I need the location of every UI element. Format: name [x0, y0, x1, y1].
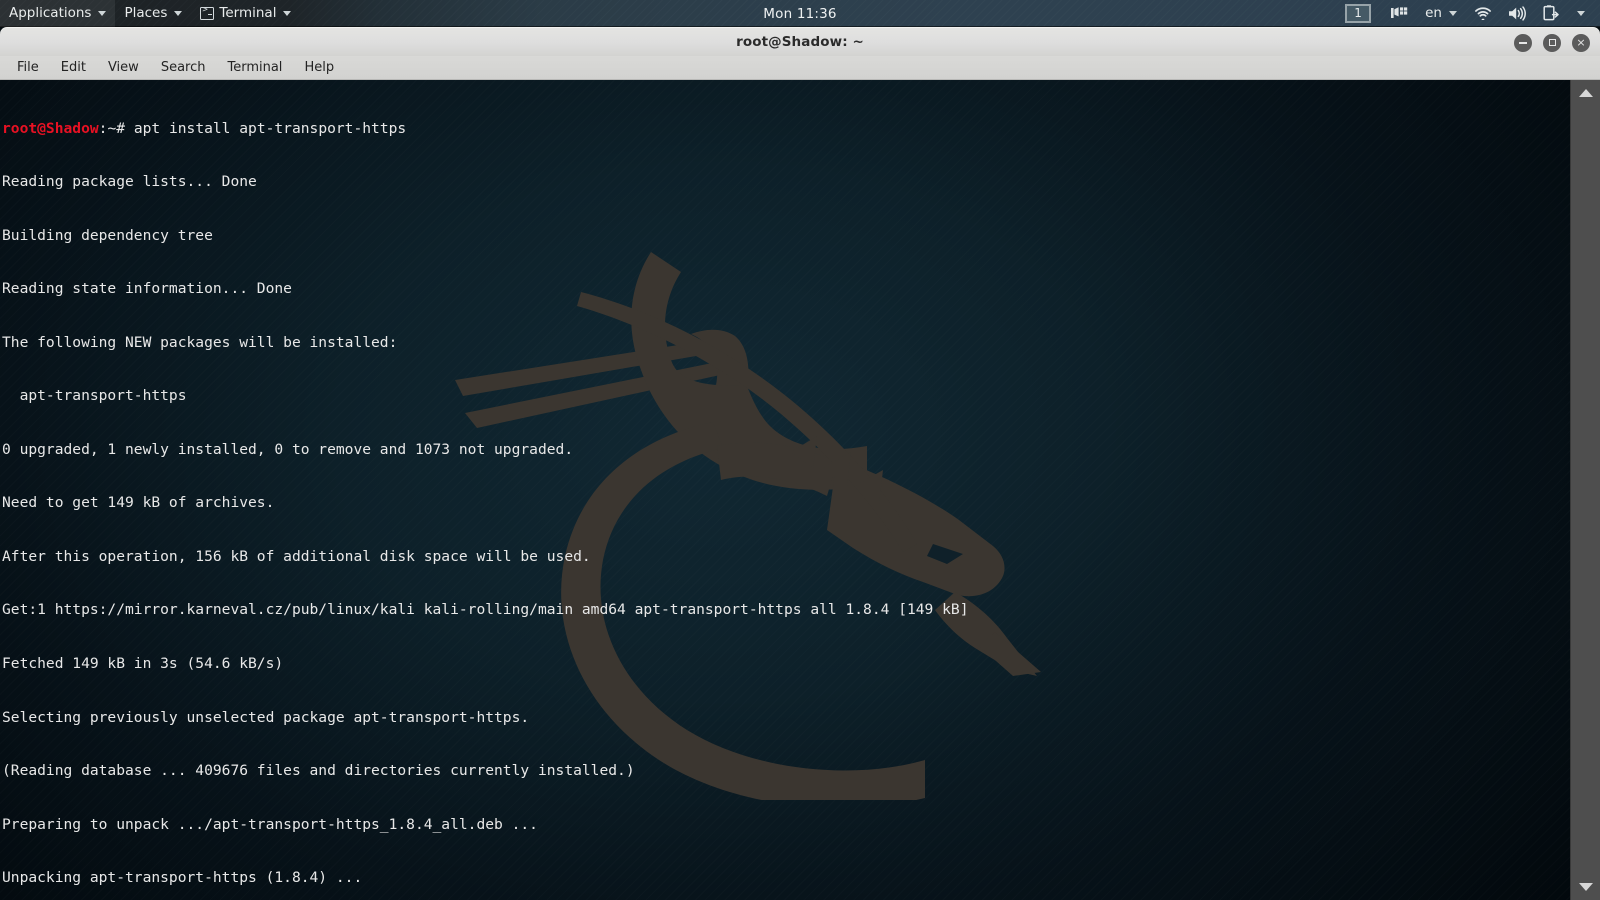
- window-controls: ×: [1514, 28, 1590, 57]
- workspace-indicator[interactable]: 1: [1345, 3, 1372, 23]
- terminal-line: (Reading database ... 409676 files and d…: [2, 762, 635, 780]
- panel-left-group: Applications Places Terminal: [0, 0, 300, 27]
- menu-file[interactable]: File: [6, 58, 50, 77]
- prompt-tail: :~#: [98, 119, 134, 137]
- top-panel: Applications Places Terminal Mon 11:36 1: [0, 0, 1600, 27]
- terminal-line: Get:1 https://mirror.karneval.cz/pub/lin…: [2, 601, 969, 619]
- workspace-switcher-icon[interactable]: [1391, 6, 1408, 20]
- terminal-icon: [200, 5, 215, 20]
- window-titlebar[interactable]: root@Shadow: ~ ×: [0, 27, 1600, 56]
- terminal-line: Reading state information... Done: [2, 280, 292, 298]
- terminal-line: Unpacking apt-transport-https (1.8.4) ..…: [2, 869, 363, 887]
- chevron-down-icon: [98, 10, 107, 16]
- terminal-output: root@Shadow:~# apt install apt-transport…: [0, 80, 1570, 900]
- window-menubar: File Edit View Search Terminal Help: [0, 56, 1600, 80]
- clock: Mon 11:36: [763, 5, 837, 22]
- minimize-button[interactable]: [1514, 33, 1532, 52]
- keyboard-layout-button[interactable]: en: [1416, 0, 1466, 27]
- terminal-line: After this operation, 156 kB of addition…: [2, 547, 591, 565]
- applications-menu[interactable]: Applications: [0, 0, 116, 27]
- desktop: Applications Places Terminal Mon 11:36 1: [0, 0, 1600, 900]
- terminal-prompt-line: root@Shadow:~# apt install apt-transport…: [2, 120, 1570, 138]
- terminal-line: Fetched 149 kB in 3s (54.6 kB/s): [2, 655, 284, 672]
- close-button[interactable]: ×: [1572, 33, 1590, 52]
- chevron-down-icon: [283, 10, 292, 16]
- chevron-down-icon: [1579, 883, 1593, 891]
- terminal-window: root@Shadow: ~ × File Edit View Search T…: [0, 27, 1600, 900]
- close-icon: ×: [1576, 36, 1586, 49]
- keyboard-layout-label: en: [1425, 5, 1442, 21]
- volume-icon[interactable]: [1508, 5, 1527, 21]
- menu-help[interactable]: Help: [293, 58, 345, 77]
- menu-edit[interactable]: Edit: [50, 58, 97, 77]
- terminal-menu[interactable]: Terminal: [191, 0, 300, 27]
- terminal-scrollbar[interactable]: [1570, 80, 1600, 900]
- terminal-line: Selecting previously unselected package …: [2, 708, 530, 726]
- menu-search[interactable]: Search: [150, 58, 217, 77]
- places-menu[interactable]: Places: [115, 0, 191, 27]
- terminal-canvas[interactable]: root@Shadow:~# apt install apt-transport…: [0, 80, 1570, 900]
- chevron-up-icon: [1579, 89, 1593, 97]
- prompt-user: root@Shadow: [2, 119, 99, 137]
- terminal-command: apt install apt-transport-https: [133, 119, 407, 137]
- panel-tray: 1 en: [1345, 0, 1600, 26]
- scroll-down-button[interactable]: [1571, 874, 1600, 900]
- places-menu-label: Places: [124, 5, 168, 21]
- terminal-line: apt-transport-https: [2, 387, 187, 405]
- terminal-area: root@Shadow:~# apt install apt-transport…: [0, 80, 1600, 900]
- wifi-icon[interactable]: [1474, 6, 1492, 20]
- terminal-line: Building dependency tree: [2, 226, 213, 244]
- chevron-down-icon: [174, 10, 183, 16]
- minimize-icon: [1519, 41, 1527, 44]
- scroll-up-button[interactable]: [1571, 80, 1600, 106]
- terminal-line: 0 upgraded, 1 newly installed, 0 to remo…: [2, 440, 574, 458]
- scrollbar-track[interactable]: [1571, 106, 1600, 874]
- applications-menu-label: Applications: [9, 5, 92, 21]
- maximize-button[interactable]: [1543, 33, 1561, 52]
- chevron-down-icon: [1449, 10, 1457, 16]
- maximize-icon: [1548, 39, 1556, 46]
- battery-icon[interactable]: [1543, 5, 1559, 21]
- terminal-line: Preparing to unpack .../apt-transport-ht…: [2, 815, 538, 833]
- menu-terminal[interactable]: Terminal: [216, 58, 293, 77]
- terminal-line: Need to get 149 kB of archives.: [2, 494, 275, 512]
- menu-view[interactable]: View: [97, 58, 150, 77]
- chevron-down-icon: [1577, 10, 1585, 16]
- terminal-line: Reading package lists... Done: [2, 173, 257, 191]
- terminal-menu-label: Terminal: [219, 5, 277, 21]
- tray-dropdown-icon[interactable]: [1575, 10, 1585, 16]
- window-title: root@Shadow: ~: [736, 34, 864, 50]
- terminal-line: The following NEW packages will be insta…: [2, 333, 398, 351]
